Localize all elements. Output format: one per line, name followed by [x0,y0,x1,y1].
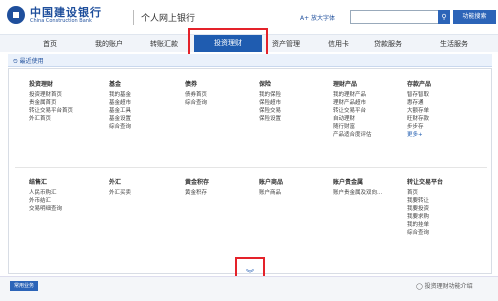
menu-item[interactable]: 基金超市 [109,99,131,107]
menu-item[interactable]: 我的理财产品 [333,91,372,99]
menu-item[interactable]: 综合查询 [185,99,207,107]
nav-life-service[interactable]: 生活服务 [440,39,468,49]
menu-col-account-commodity: 账户商品 账户商品 [259,177,283,197]
menu-item[interactable]: 智存智取 [407,91,431,99]
investment-menu-panel: 投资理财 投资理财首页 贵金属首页 转让交易平台首页 外汇首页 基金 我的基金 … [8,68,492,274]
col-title[interactable]: 黄金积存 [185,177,209,186]
menu-item[interactable]: 外汇首页 [29,115,73,123]
col-title[interactable]: 转让交易平台 [407,177,443,186]
col-title[interactable]: 账户商品 [259,177,283,186]
bank-name-cn: 中国建设银行 [30,5,102,19]
menu-col-investment: 投资理财 投资理财首页 贵金属首页 转让交易平台首页 外汇首页 [29,79,73,123]
nav-home[interactable]: 首页 [43,39,57,49]
menu-col-deposit-products: 存款产品 智存智取 惠存通 大额存单 旺财存款 步步存 更多+ [407,79,431,139]
site-title: 个人网上银行 [141,14,196,24]
menu-col-gold: 黄金积存 黄金积存 [185,177,209,197]
nav-credit-card[interactable]: 信用卡 [328,39,349,49]
menu-item[interactable]: 债券首页 [185,91,207,99]
col-title[interactable]: 存款产品 [407,79,431,88]
menu-item[interactable]: 基金设置 [109,115,131,123]
menu-col-wealth-products: 理财产品 我的理财产品 理财产品超市 转让交易平台 自动理财 随行财富 产品适合… [333,79,372,139]
menu-col-transfer-platform: 转让交易平台 首页 我要转让 我要投资 我要求购 我的挂单 综合查询 [407,177,443,237]
func-search-button[interactable]: 功能搜索 [453,10,496,24]
menu-item[interactable]: 转让交易平台 [333,107,372,115]
col-title[interactable]: 保险 [259,79,281,88]
bank-logo[interactable]: 中国建设银行 China Construction Bank [7,6,102,24]
font-size-button[interactable]: A+ 放大字体 [300,13,335,22]
menu-item[interactable]: 大额存单 [407,107,431,115]
common-business-button[interactable]: 常用业务 [10,281,38,291]
menu-item[interactable]: 惠存通 [407,99,431,107]
nav-loan-service[interactable]: 贷款服务 [374,39,402,49]
menu-item[interactable]: 保险超市 [259,99,281,107]
menu-item[interactable]: 自动理财 [333,115,372,123]
menu-item[interactable]: 我要投资 [407,205,443,213]
search-input[interactable] [350,10,445,24]
menu-item[interactable]: 保险交易 [259,107,281,115]
menu-item[interactable]: 首页 [407,189,443,197]
menu-item[interactable]: 随行财富 [333,123,372,131]
menu-item[interactable]: 外币结汇 [29,197,62,205]
col-title[interactable]: 结售汇 [29,177,62,186]
col-title[interactable]: 债券 [185,79,207,88]
menu-col-account-precious-metal: 账户贵金属 账户贵金属及双向... [333,177,382,197]
menu-item[interactable]: 产品适合度评估 [333,131,372,139]
investment-intro-link[interactable]: ◯ 投资理财功能介绍 [416,281,473,290]
menu-item[interactable]: 保险设置 [259,115,281,123]
nav-my-account[interactable]: 我的账户 [95,39,123,49]
col-title[interactable]: 账户贵金属 [333,177,382,186]
menu-item[interactable]: 外汇买卖 [109,189,131,197]
menu-col-forex: 外汇 外汇买卖 [109,177,131,197]
menu-item[interactable]: 我的挂单 [407,221,443,229]
menu-col-insurance: 保险 我的保险 保险超市 保险交易 保险设置 [259,79,281,123]
nav-transfer[interactable]: 转账汇款 [150,39,178,49]
menu-col-bond: 债券 债券首页 综合查询 [185,79,207,107]
bank-name-en: China Construction Bank [30,17,92,24]
menu-col-fx-settlement: 结售汇 人民币购汇 外币结汇 交易明细查询 [29,177,62,213]
menu-item[interactable]: 贵金属首页 [29,99,73,107]
menu-item[interactable]: 理财产品超市 [333,99,372,107]
menu-item[interactable]: 账户商品 [259,189,283,197]
menu-item[interactable]: 交易明细查询 [29,205,62,213]
menu-item[interactable]: 步步存 [407,123,431,131]
footer: 常用业务 ◯ 投资理财功能介绍 [0,276,498,301]
col-title[interactable]: 外汇 [109,177,131,186]
menu-item[interactable]: 我的基金 [109,91,131,99]
col-title[interactable]: 理财产品 [333,79,372,88]
menu-item[interactable]: 黄金积存 [185,189,209,197]
section-divider [15,167,487,168]
search-icon[interactable]: ⚲ [438,10,450,24]
recent-used-label[interactable]: ⏲ 最近使用 [13,56,44,66]
menu-item[interactable]: 综合查询 [407,229,443,237]
menu-item[interactable]: 我的保险 [259,91,281,99]
nav-asset-management[interactable]: 资产管理 [272,39,300,49]
menu-item[interactable]: 投资理财首页 [29,91,73,99]
menu-item[interactable]: 旺财存款 [407,115,431,123]
menu-item[interactable]: 账户贵金属及双向... [333,189,382,197]
col-title[interactable]: 基金 [109,79,131,88]
title-divider [133,10,134,25]
menu-item[interactable]: 转让交易平台首页 [29,107,73,115]
ccb-logo-icon [7,6,25,24]
recent-bar: ⏲ 最近使用 [8,54,492,67]
menu-item[interactable]: 人民币购汇 [29,189,62,197]
menu-item[interactable]: 基金工具 [109,107,131,115]
col-title[interactable]: 投资理财 [29,79,73,88]
more-link[interactable]: 更多+ [407,131,431,139]
menu-col-fund: 基金 我的基金 基金超市 基金工具 基金设置 综合查询 [109,79,131,131]
menu-item[interactable]: 我要转让 [407,197,443,205]
menu-item[interactable]: 我要求购 [407,213,443,221]
menu-item[interactable]: 综合查询 [109,123,131,131]
